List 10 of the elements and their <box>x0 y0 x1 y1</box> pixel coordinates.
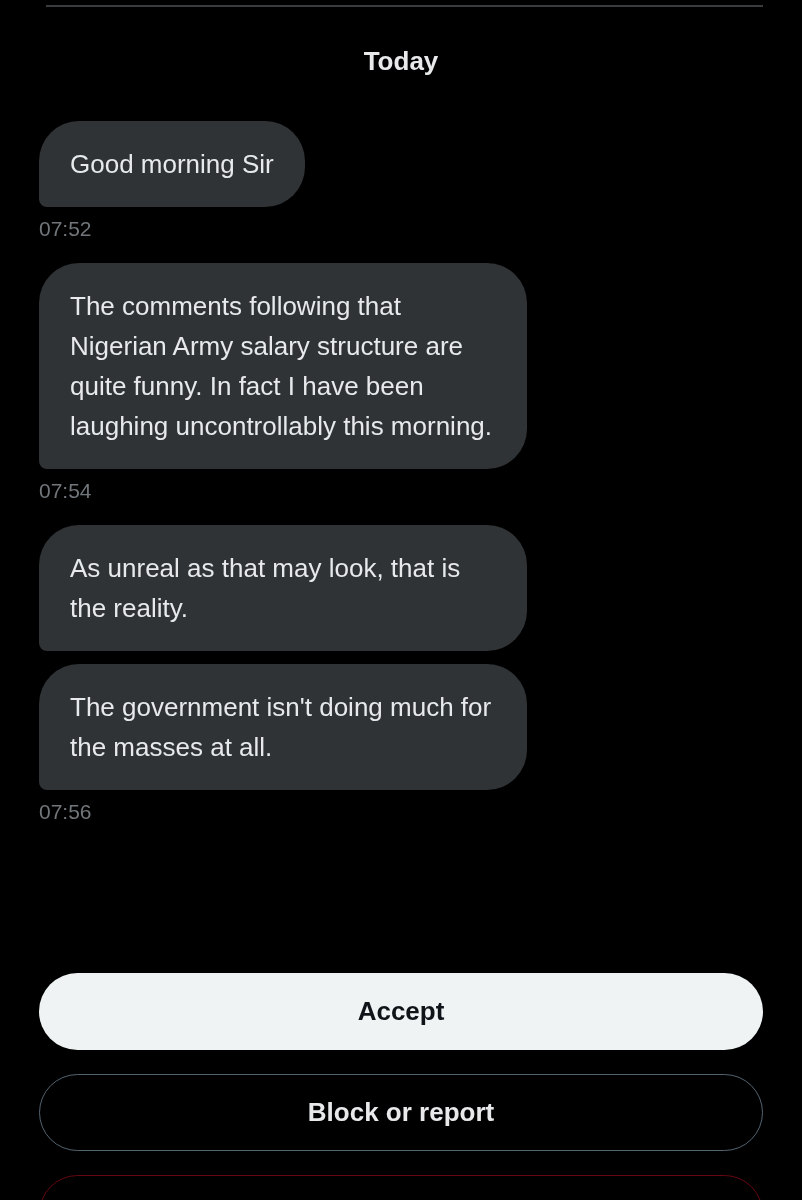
message-bubble: The government isn't doing much for the masses at all. <box>39 664 527 790</box>
message-time: 07:52 <box>39 217 92 241</box>
message-time: 07:54 <box>39 479 92 503</box>
message-bubble: The comments following that Nigerian Army salary structure are quite funny. In fact I have been laughing uncontrollably this morning. <box>39 263 527 469</box>
action-button[interactable]: Accept <box>39 973 763 1050</box>
message-time: 07:56 <box>39 800 92 824</box>
action-button[interactable]: Block or report <box>39 1074 763 1151</box>
message-bubble: As unreal as that may look, that is the reality. <box>39 525 527 651</box>
message-bubble: Good morning Sir <box>39 121 305 207</box>
day-label: Today <box>362 45 440 78</box>
